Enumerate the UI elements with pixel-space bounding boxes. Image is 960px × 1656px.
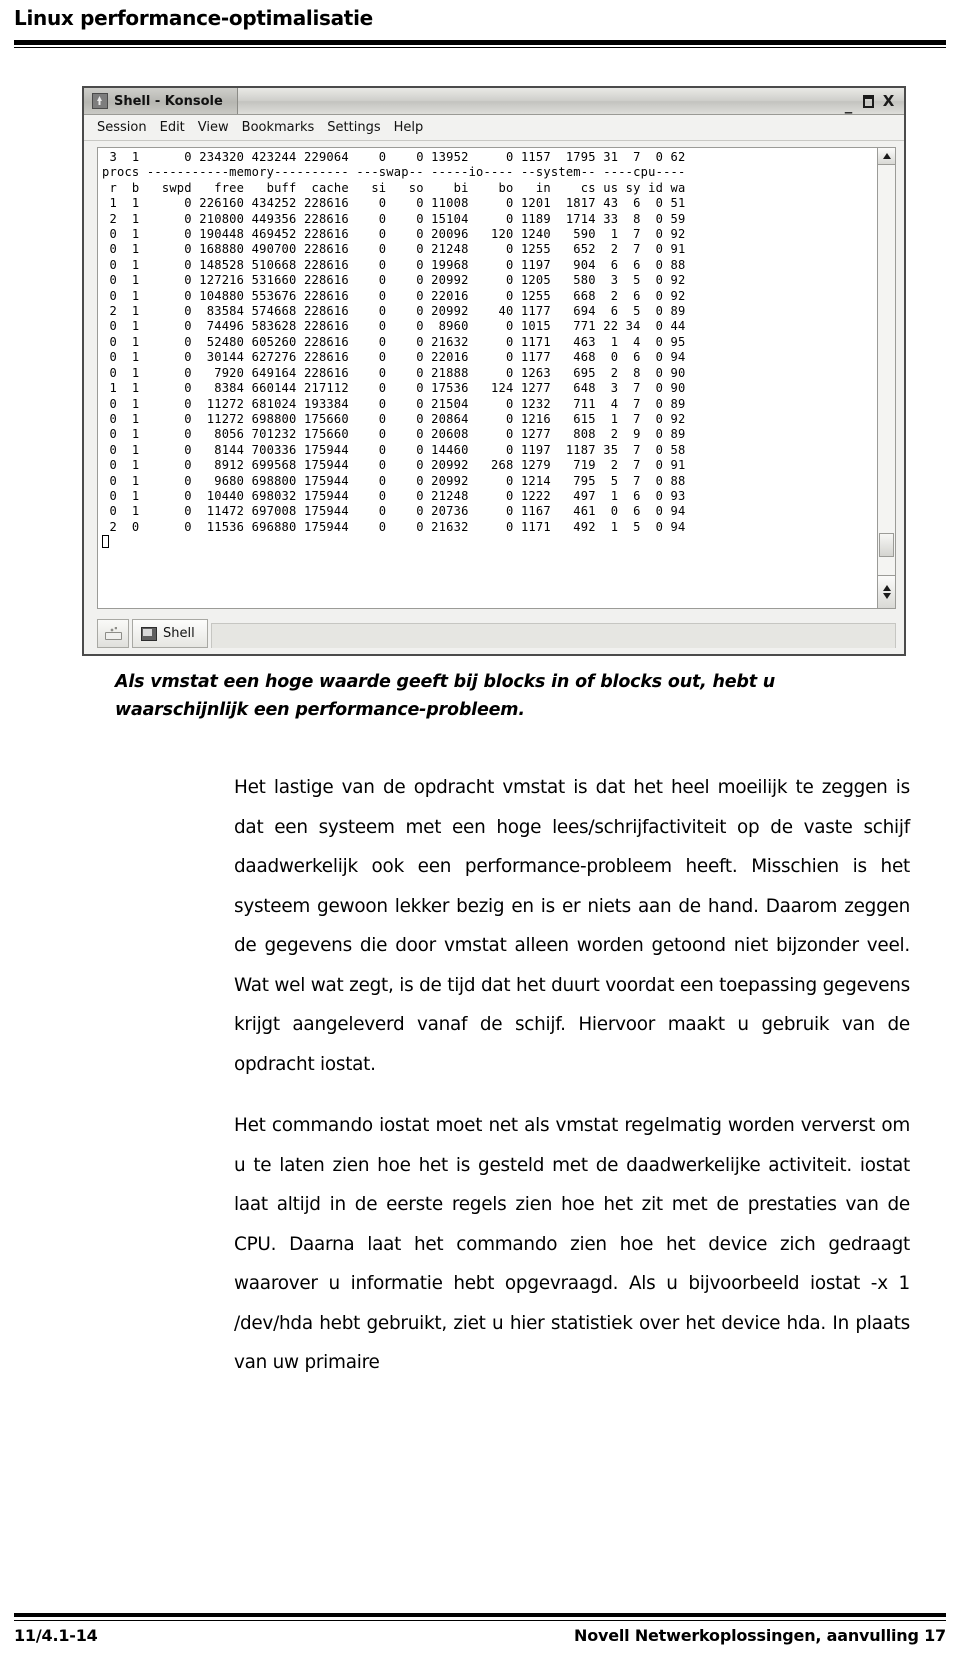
chevron-down-icon (882, 593, 891, 599)
terminal-line: 0 1 0 11272 698800 175660 0 0 20864 0 12… (102, 411, 686, 426)
terminal-line: 3 1 0 234320 423244 229064 0 0 13952 0 1… (102, 150, 686, 164)
page-title: Linux performance-optimalisatie (14, 6, 373, 30)
terminal-line: 0 1 0 7920 649164 228616 0 0 21888 0 126… (102, 365, 686, 380)
scroll-up-button[interactable] (878, 148, 895, 165)
terminal-icon (141, 626, 157, 641)
menu-item-settings[interactable]: Settings (327, 120, 380, 135)
terminal-area: 3 1 0 234320 423244 229064 0 0 13952 0 1… (97, 147, 896, 609)
figure-caption: Als vmstat een hoge waarde geeft bij blo… (115, 672, 776, 720)
footer-divider (14, 1613, 946, 1617)
terminal-line: 0 1 0 104880 553676 228616 0 0 22016 0 1… (102, 288, 686, 303)
terminal-line: 0 1 0 190448 469452 228616 0 0 20096 120… (102, 227, 686, 242)
body-column: Het lastige van de opdracht vmstat is da… (234, 768, 910, 1383)
menu-item-help[interactable]: Help (394, 120, 424, 135)
konsole-screenshot-figure: Shell - Konsole _ X Session Edit View Bo… (82, 86, 906, 656)
page-header: Linux performance-optimalisatie (14, 6, 946, 30)
scroll-down-buttons[interactable] (878, 575, 895, 608)
menubar: Session Edit View Bookmarks Settings Hel… (84, 115, 904, 141)
terminal-line: 0 1 0 11272 681024 193384 0 0 21504 0 12… (102, 396, 686, 411)
terminal-line: 2 1 0 83584 574668 228616 0 0 20992 40 1… (102, 304, 686, 319)
terminal-line: r b swpd free buff cache si so bi bo in … (102, 180, 686, 195)
terminal-line: 0 1 0 10440 698032 175944 0 0 21248 0 12… (102, 488, 686, 503)
terminal-scrollbar[interactable] (877, 148, 896, 608)
terminal-output[interactable]: 3 1 0 234320 423244 229064 0 0 13952 0 1… (98, 148, 877, 608)
scrollbar-track[interactable] (878, 165, 895, 575)
maximize-button[interactable] (863, 94, 874, 108)
terminal-line: 0 1 0 148528 510668 228616 0 0 19968 0 1… (102, 257, 686, 272)
terminal-line: 0 1 0 11472 697008 175944 0 0 20736 0 11… (102, 504, 686, 519)
window-title: Shell - Konsole (114, 93, 223, 109)
menu-item-view[interactable]: View (198, 120, 229, 135)
menu-item-bookmarks[interactable]: Bookmarks (242, 120, 315, 135)
chevron-up-icon-2 (882, 585, 891, 591)
terminal-line: 0 1 0 8912 699568 175944 0 0 20992 268 1… (102, 458, 686, 473)
terminal-line: 0 1 0 52480 605260 228616 0 0 21632 0 11… (102, 334, 686, 349)
terminal-line: 1 1 0 8384 660144 217112 0 0 17536 124 1… (102, 381, 686, 396)
footer-divider-thin (14, 1620, 946, 1621)
terminal-line: 2 0 0 11536 696880 175944 0 0 21632 0 11… (102, 519, 686, 534)
footer-publication: Novell Netwerkoplossingen, aanvulling 17 (574, 1626, 946, 1645)
new-session-button[interactable] (97, 619, 129, 648)
header-divider-thin (14, 47, 946, 48)
terminal-line: 0 1 0 30144 627276 228616 0 0 22016 0 11… (102, 350, 686, 365)
konsole-icon (92, 93, 108, 109)
session-tabbar: Shell (97, 616, 896, 648)
body-paragraph-2: Het commando iostat moet net als vmstat … (234, 1115, 910, 1373)
terminal-line: procs -----------memory---------- ---swa… (102, 165, 686, 180)
window-controls: _ X (841, 93, 904, 112)
terminal-line: 0 1 0 9680 698800 175944 0 0 20992 0 121… (102, 473, 686, 488)
body-paragraph-1: Het lastige van de opdracht vmstat is da… (234, 777, 910, 1075)
new-session-icon (104, 627, 122, 640)
menu-item-edit[interactable]: Edit (160, 120, 185, 135)
tab-shell[interactable]: Shell (132, 619, 208, 648)
minimize-button[interactable]: _ (841, 97, 856, 113)
terminal-line: 0 1 0 127216 531660 228616 0 0 20992 0 1… (102, 273, 686, 288)
terminal-line: 0 1 0 8056 701232 175660 0 0 20608 0 127… (102, 427, 686, 442)
window-titlebar[interactable]: Shell - Konsole _ X (84, 88, 904, 115)
close-button[interactable]: X (881, 93, 896, 109)
tab-shell-label: Shell (163, 626, 195, 641)
terminal-line: 1 1 0 226160 434252 228616 0 0 11008 0 1… (102, 196, 686, 211)
text-cursor (102, 535, 109, 549)
terminal-line: 0 1 0 168880 490700 228616 0 0 21248 0 1… (102, 242, 686, 257)
header-divider (14, 40, 946, 47)
terminal-line: 0 1 0 74496 583628 228616 0 0 8960 0 101… (102, 319, 686, 334)
terminal-line: 0 1 0 8144 700336 175944 0 0 14460 0 119… (102, 442, 686, 457)
footer-page-number: 11/4.1-14 (14, 1626, 98, 1645)
terminal-cursor-line (102, 535, 877, 550)
scrollbar-thumb[interactable] (879, 533, 894, 557)
tabbar-empty-area (210, 623, 896, 648)
page-footer: 11/4.1-14 Novell Netwerkoplossingen, aan… (14, 1626, 946, 1645)
window-title-tab[interactable]: Shell - Konsole (84, 88, 238, 114)
menu-item-session[interactable]: Session (97, 120, 147, 135)
chevron-up-icon (882, 153, 891, 159)
terminal-line: 2 1 0 210800 449356 228616 0 0 15104 0 1… (102, 211, 686, 226)
